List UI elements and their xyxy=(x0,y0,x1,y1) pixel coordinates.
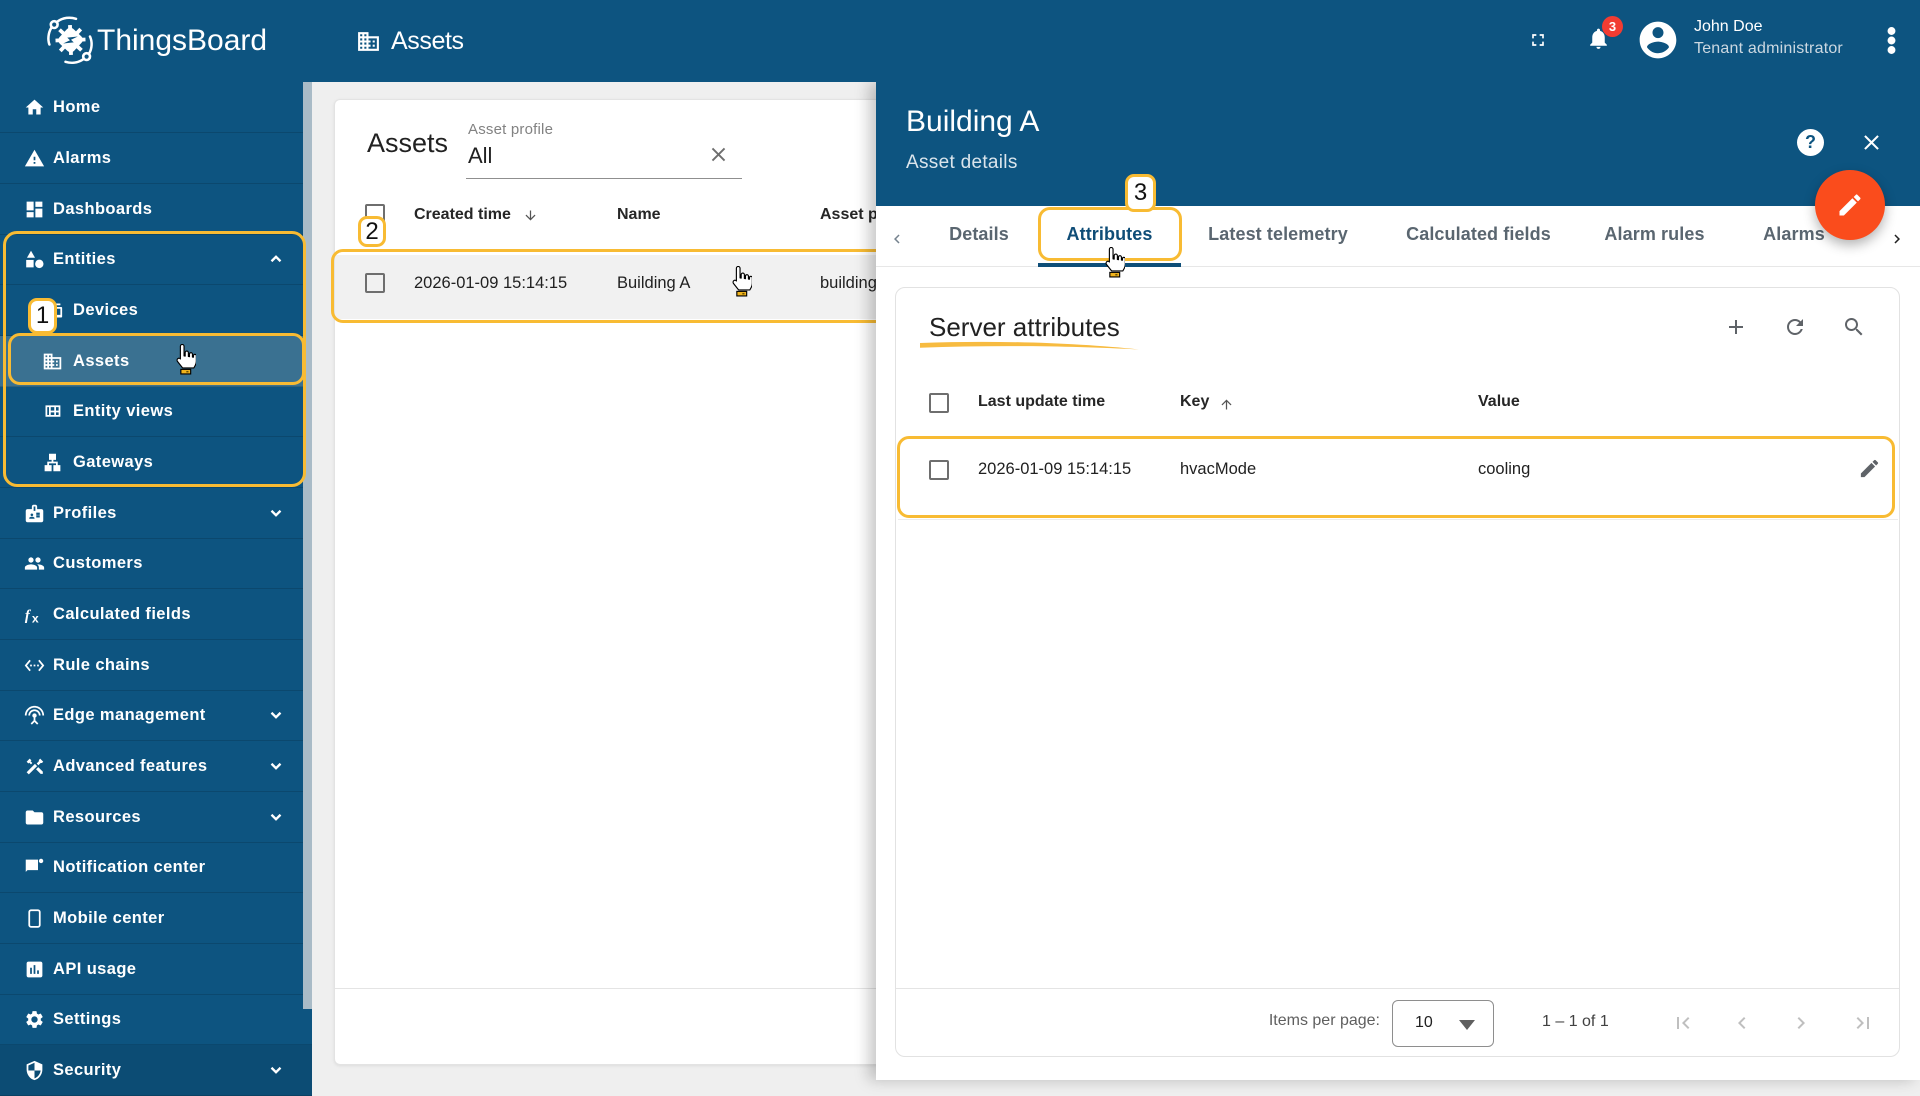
svg-text:f: f xyxy=(25,607,32,623)
svg-text:x: x xyxy=(32,611,39,625)
